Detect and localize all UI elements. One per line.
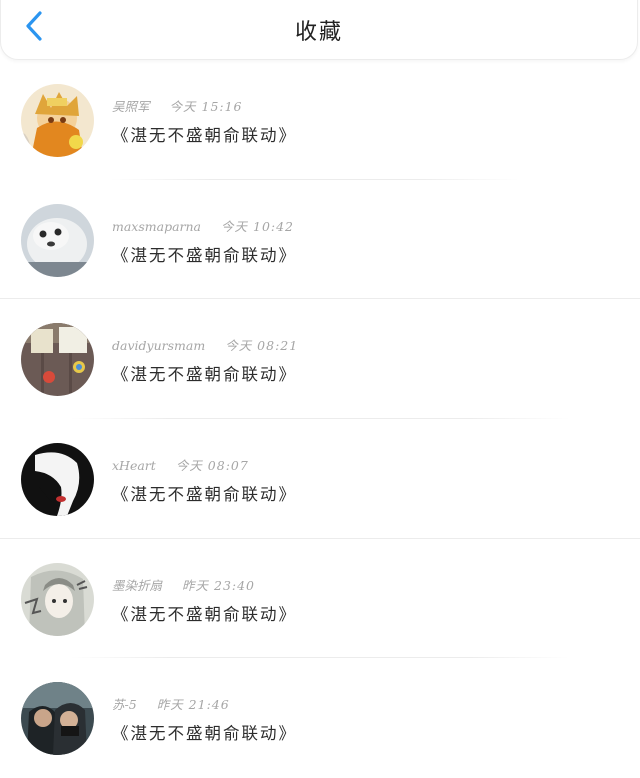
list-item[interactable]: maxsmaparna 今天 10:42 《湛无不盛朝俞联动》	[0, 180, 640, 300]
item-title[interactable]: 《湛无不盛朝俞联动》	[112, 720, 297, 744]
avatar[interactable]	[21, 682, 94, 756]
list-item[interactable]: 墨染折扇 昨天 23:40 《湛无不盛朝俞联动》	[0, 539, 640, 659]
list-item[interactable]: xHeart 今天 08:07 《湛无不盛朝俞联动》	[0, 419, 640, 539]
seal-pup-avatar-icon	[21, 203, 94, 277]
timestamp: 今天 08:07	[175, 458, 249, 474]
item-title[interactable]: 《湛无不盛朝俞联动》	[112, 361, 297, 385]
username[interactable]: 苏-5	[112, 697, 137, 712]
item-title[interactable]: 《湛无不盛朝俞联动》	[112, 481, 297, 505]
timestamp: 今天 10:42	[221, 218, 295, 234]
timestamp: 今天 15:16	[169, 99, 243, 114]
item-title[interactable]: 《湛无不盛朝俞联动》	[112, 601, 297, 625]
username[interactable]: 吴照军	[112, 99, 150, 114]
top-bar: 收藏	[0, 0, 638, 60]
sketch-girl-avatar-icon	[21, 562, 94, 636]
page-title: 收藏	[294, 20, 343, 45]
list-item[interactable]: 吴照军 今天 15:16 《湛无不盛朝俞联动》	[0, 60, 640, 180]
avatar[interactable]	[21, 203, 94, 277]
silhouette-avatar-icon	[21, 443, 94, 517]
item-meta: xHeart 今天 08:07	[112, 455, 249, 474]
item-title[interactable]: 《湛无不盛朝俞联动》	[112, 122, 297, 146]
item-meta: 墨染折扇 昨天 23:40	[112, 575, 255, 594]
username[interactable]: xHeart	[112, 458, 156, 473]
item-title[interactable]: 《湛无不盛朝俞联动》	[112, 242, 297, 266]
list-item[interactable]: davidyursmam 今天 08:21 《湛无不盛朝俞联动》	[0, 299, 640, 420]
item-meta: maxsmaparna 今天 10:42	[112, 216, 294, 235]
username[interactable]: maxsmaparna	[112, 219, 201, 234]
username[interactable]: davidyursmam	[112, 338, 205, 353]
item-meta: davidyursmam 今天 08:21	[112, 335, 298, 354]
timestamp: 昨天 23:40	[182, 577, 256, 593]
item-meta: 吴照军 今天 15:16	[112, 96, 243, 115]
avatar[interactable]	[21, 562, 94, 636]
avatar[interactable]	[21, 84, 94, 157]
item-meta: 苏-5 昨天 21:46	[112, 694, 230, 713]
avatar[interactable]	[21, 443, 94, 517]
list-item[interactable]: 苏-5 昨天 21:46 《湛无不盛朝俞联动》	[0, 658, 640, 778]
anime-character-avatar-icon	[21, 84, 94, 157]
avatar[interactable]	[21, 323, 94, 397]
timestamp: 今天 08:21	[225, 338, 299, 354]
timestamp: 昨天 21:46	[156, 697, 230, 713]
room-decor-avatar-icon	[21, 323, 94, 397]
username[interactable]: 墨染折扇	[112, 578, 162, 593]
photo-couple-avatar-icon	[21, 682, 94, 756]
favorites-list: 吴照军 今天 15:16 《湛无不盛朝俞联动》 maxsmaparna 今天 10:…	[0, 60, 640, 778]
